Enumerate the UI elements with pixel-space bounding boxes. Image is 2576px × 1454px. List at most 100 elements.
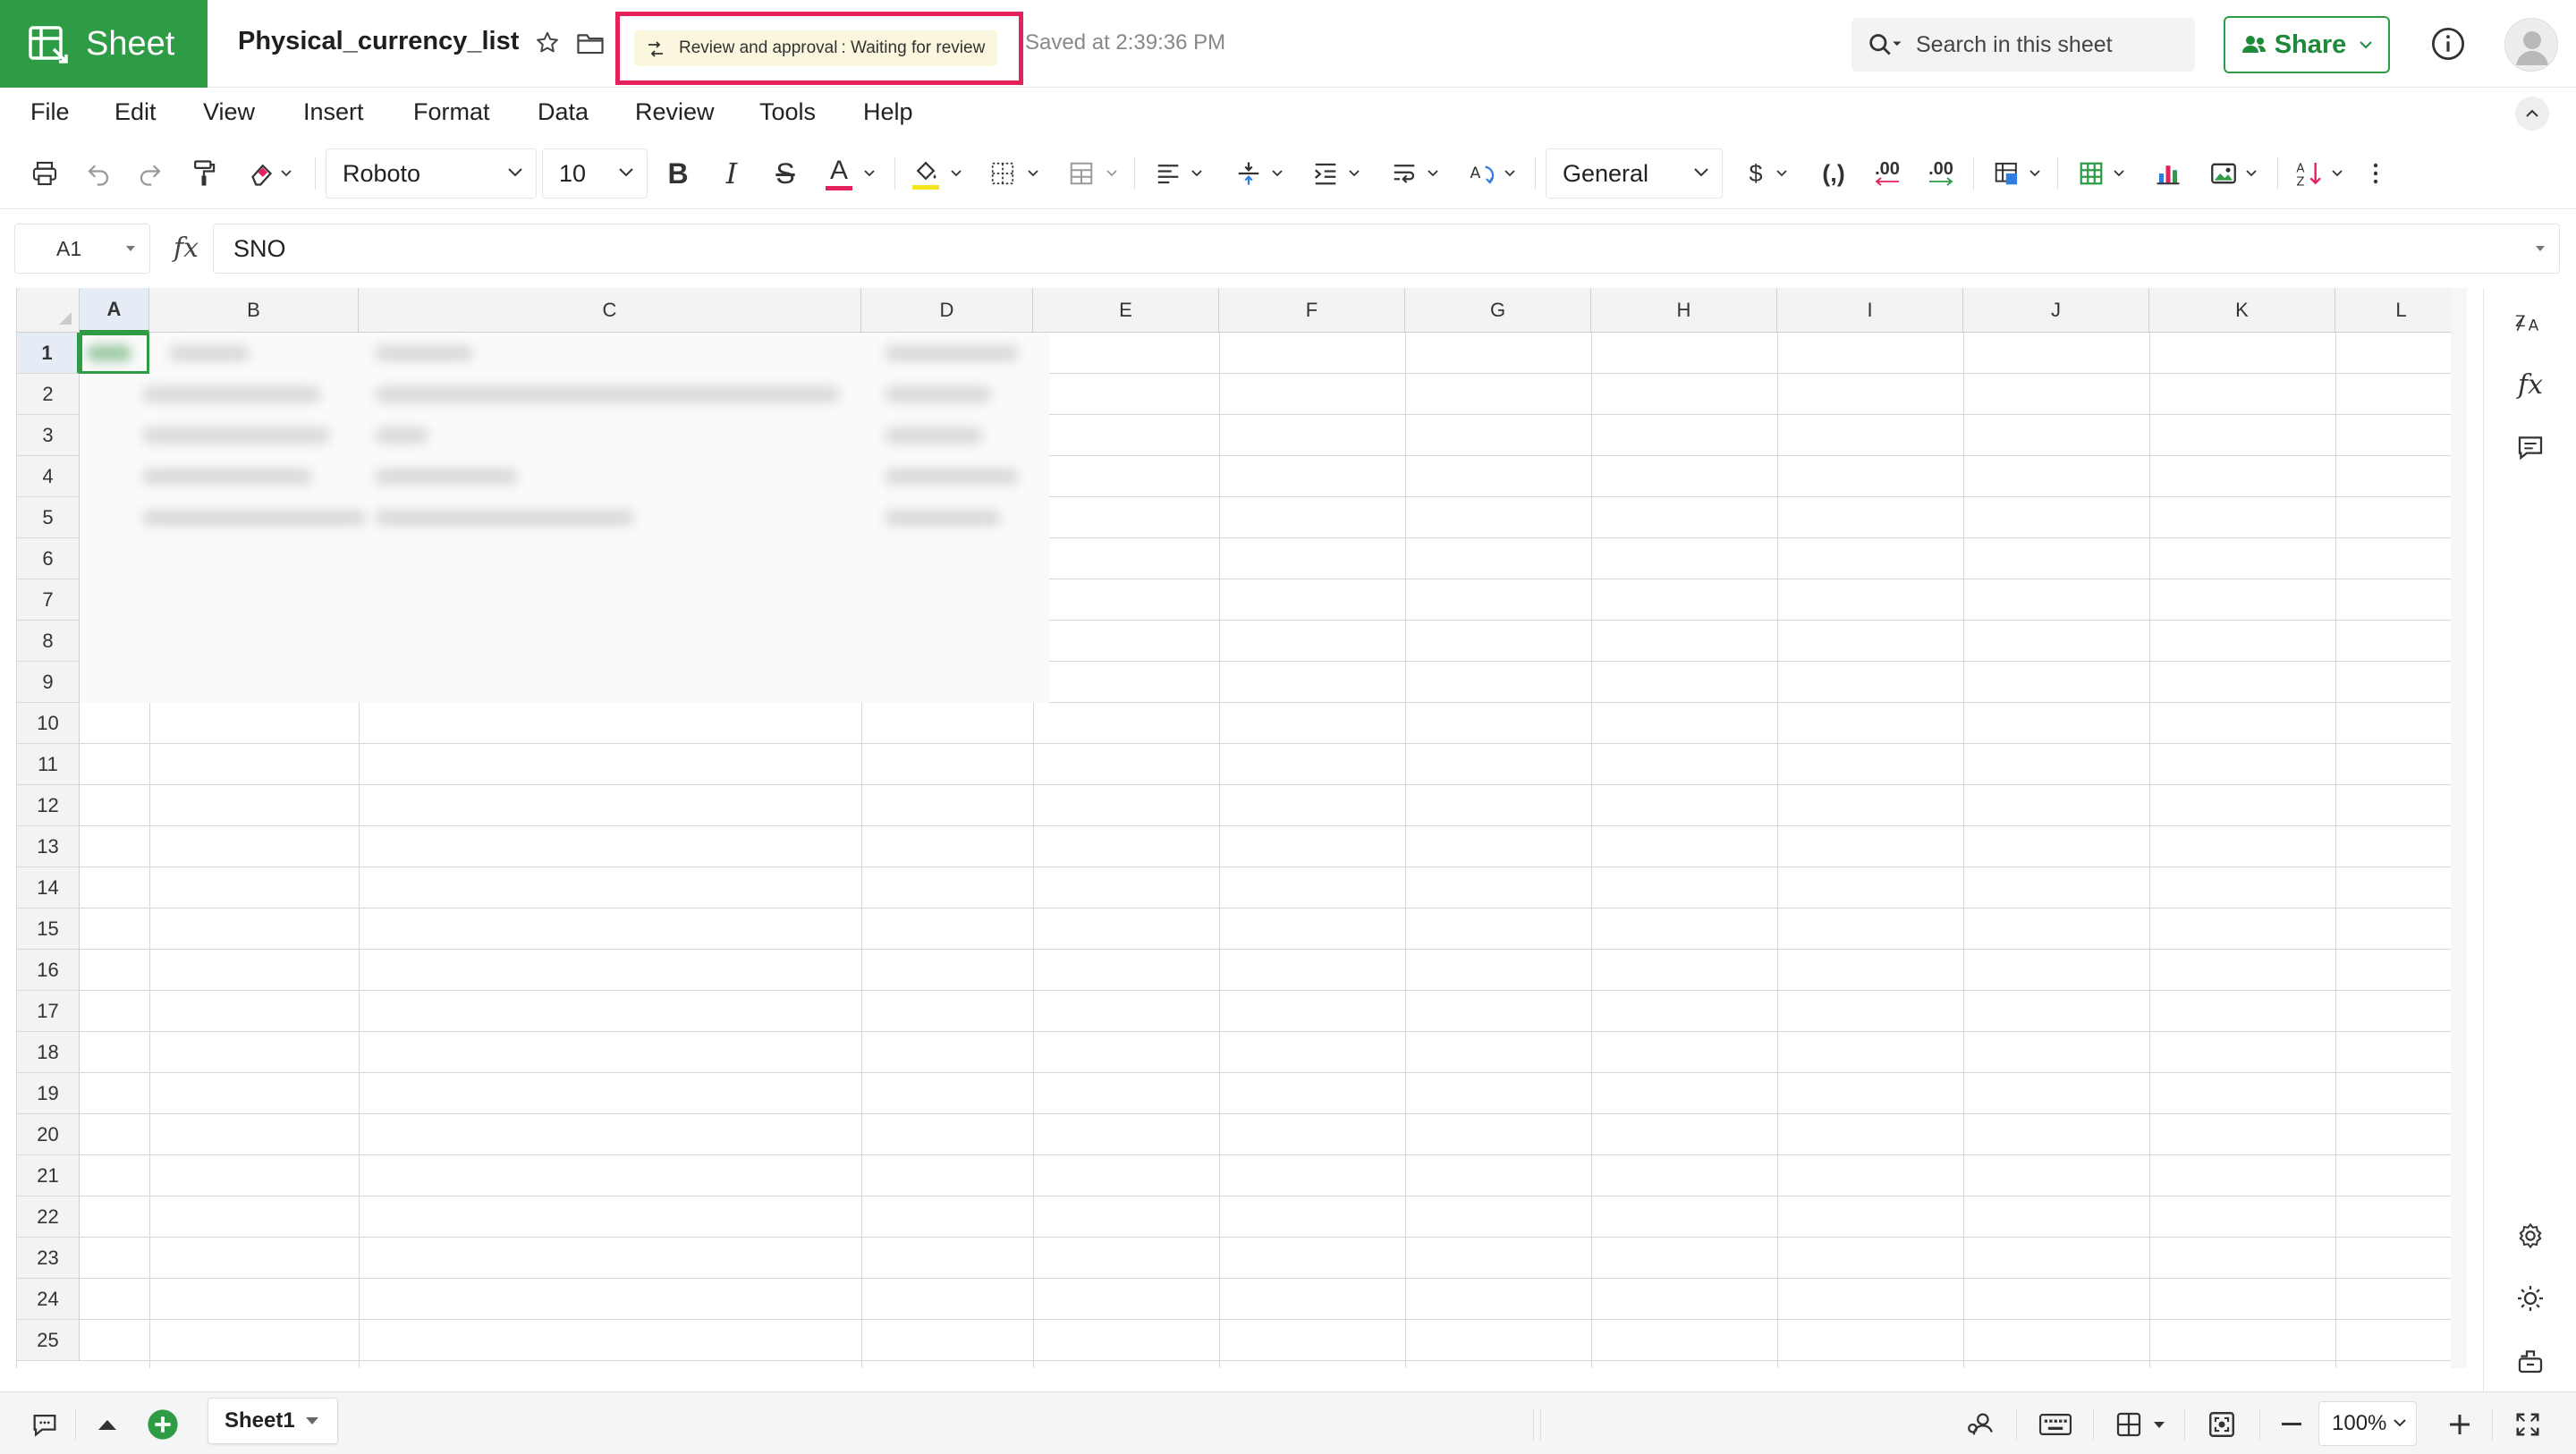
active-cell-selection[interactable] (80, 333, 149, 374)
row-header[interactable]: 15 (17, 909, 80, 950)
column-header[interactable]: A (80, 288, 149, 333)
column-header[interactable]: D (861, 288, 1033, 333)
function-fx-icon[interactable]: fx (174, 232, 199, 264)
user-avatar[interactable] (2504, 18, 2558, 72)
translate-icon[interactable]: ZA (2512, 304, 2548, 340)
row-header[interactable]: 6 (17, 538, 80, 579)
redo-icon[interactable] (132, 156, 168, 191)
zoom-in-button[interactable] (2442, 1407, 2478, 1442)
bold-button[interactable]: B (660, 156, 696, 191)
fullscreen-expand-icon[interactable] (2510, 1407, 2546, 1442)
column-header[interactable]: K (2149, 288, 2335, 333)
zoom-out-button[interactable] (2274, 1407, 2309, 1442)
row-header[interactable]: 18 (17, 1032, 80, 1073)
wrap-text-button[interactable] (1383, 156, 1447, 191)
menu-format[interactable]: Format (413, 98, 490, 126)
row-header[interactable]: 25 (17, 1320, 80, 1361)
menu-insert[interactable]: Insert (303, 98, 364, 126)
row-header[interactable]: 23 (17, 1238, 80, 1279)
add-sheet-icon[interactable] (145, 1407, 181, 1442)
collaboration-icon[interactable] (1962, 1407, 1998, 1442)
vertical-scrollbar-track[interactable] (2451, 288, 2467, 1368)
spreadsheet-grid[interactable]: A B C D E F G H I J K L 1 2 3 4 5 6 7 8 9 10 11 12 1… (16, 288, 2467, 1368)
share-button[interactable]: Share (2224, 16, 2390, 73)
row-header[interactable]: 10 (17, 703, 80, 744)
strikethrough-button[interactable]: S (767, 156, 803, 191)
row-header[interactable]: 11 (17, 744, 80, 785)
keyboard-icon[interactable] (2036, 1407, 2075, 1442)
undo-icon[interactable] (80, 156, 116, 191)
fit-to-screen-icon[interactable] (2202, 1407, 2241, 1442)
row-header[interactable]: 1 (17, 333, 80, 374)
column-header[interactable]: G (1405, 288, 1591, 333)
sheet-list-up-icon[interactable] (89, 1407, 125, 1442)
indent-button[interactable] (1304, 156, 1368, 191)
app-brand[interactable]: Sheet (0, 0, 208, 88)
conditional-format-button[interactable] (1986, 156, 2048, 191)
currency-format-button[interactable]: $ (1741, 156, 1796, 191)
document-title[interactable]: Physical_currency_list (238, 27, 519, 56)
zoom-level-dropdown[interactable]: 100% (2318, 1401, 2417, 1446)
theme-sun-icon[interactable] (2512, 1281, 2548, 1316)
chat-icon[interactable] (27, 1407, 63, 1442)
menu-file[interactable]: File (30, 98, 70, 126)
comments-icon[interactable] (2512, 429, 2548, 465)
font-size-dropdown[interactable]: 10 (542, 148, 648, 199)
review-status-chip[interactable]: Review and approval : Waiting for review (634, 30, 998, 66)
folder-icon[interactable] (574, 27, 606, 59)
row-header[interactable]: 2 (17, 374, 80, 415)
insert-table-button[interactable] (2070, 156, 2132, 191)
borders-button[interactable] (982, 156, 1046, 191)
row-header[interactable]: 8 (17, 621, 80, 662)
integrations-icon[interactable] (2512, 1343, 2548, 1379)
row-header[interactable]: 19 (17, 1073, 80, 1114)
vertical-align-button[interactable] (1227, 156, 1292, 191)
column-header[interactable]: F (1219, 288, 1405, 333)
info-icon[interactable] (2429, 25, 2467, 63)
comma-style-button[interactable]: (,) (1812, 156, 1855, 191)
favorite-star-icon[interactable] (531, 27, 564, 59)
row-header[interactable]: 22 (17, 1196, 80, 1238)
collapse-toolbar-button[interactable] (2515, 97, 2549, 131)
column-header[interactable]: B (149, 288, 359, 333)
italic-button[interactable]: I (714, 156, 750, 191)
fill-color-button[interactable] (905, 156, 970, 191)
horizontal-align-button[interactable] (1147, 156, 1211, 191)
column-header[interactable]: J (1963, 288, 2149, 333)
format-painter-icon[interactable] (186, 156, 222, 191)
insert-image-button[interactable] (2202, 156, 2265, 191)
more-options-icon[interactable] (2365, 156, 2386, 191)
row-header[interactable]: 9 (17, 662, 80, 703)
formula-input[interactable]: SNO (213, 224, 2560, 274)
row-header[interactable]: 12 (17, 785, 80, 826)
number-format-dropdown[interactable]: General (1546, 148, 1723, 199)
sort-button[interactable]: AZ (2288, 156, 2351, 191)
menu-edit[interactable]: Edit (114, 98, 157, 126)
sheet-tab[interactable]: Sheet1 (208, 1398, 338, 1444)
row-header[interactable]: 4 (17, 456, 80, 497)
merge-cells-button[interactable] (1061, 156, 1125, 191)
view-layout-button[interactable] (2109, 1407, 2172, 1442)
row-header[interactable]: 3 (17, 415, 80, 456)
column-header[interactable]: I (1777, 288, 1963, 333)
increase-decimal-button[interactable]: .00 (1919, 156, 1962, 191)
font-family-dropdown[interactable]: Roboto (326, 148, 537, 199)
row-header[interactable]: 17 (17, 991, 80, 1032)
text-color-button[interactable]: A (816, 156, 886, 191)
row-header[interactable]: 13 (17, 826, 80, 867)
row-header[interactable]: 16 (17, 950, 80, 991)
row-header[interactable]: 5 (17, 497, 80, 538)
print-icon[interactable] (27, 156, 63, 191)
settings-gear-icon[interactable] (2512, 1218, 2548, 1254)
row-header[interactable]: 24 (17, 1279, 80, 1320)
menu-view[interactable]: View (203, 98, 255, 126)
cell-name-box[interactable]: A1 (14, 224, 150, 274)
menu-tools[interactable]: Tools (759, 98, 816, 126)
text-rotation-button[interactable]: A (1460, 156, 1524, 191)
row-header[interactable]: 7 (17, 579, 80, 621)
column-header[interactable]: H (1591, 288, 1777, 333)
column-header[interactable]: C (359, 288, 861, 333)
menu-data[interactable]: Data (538, 98, 589, 126)
column-header[interactable]: E (1033, 288, 1219, 333)
row-header[interactable]: 20 (17, 1114, 80, 1155)
